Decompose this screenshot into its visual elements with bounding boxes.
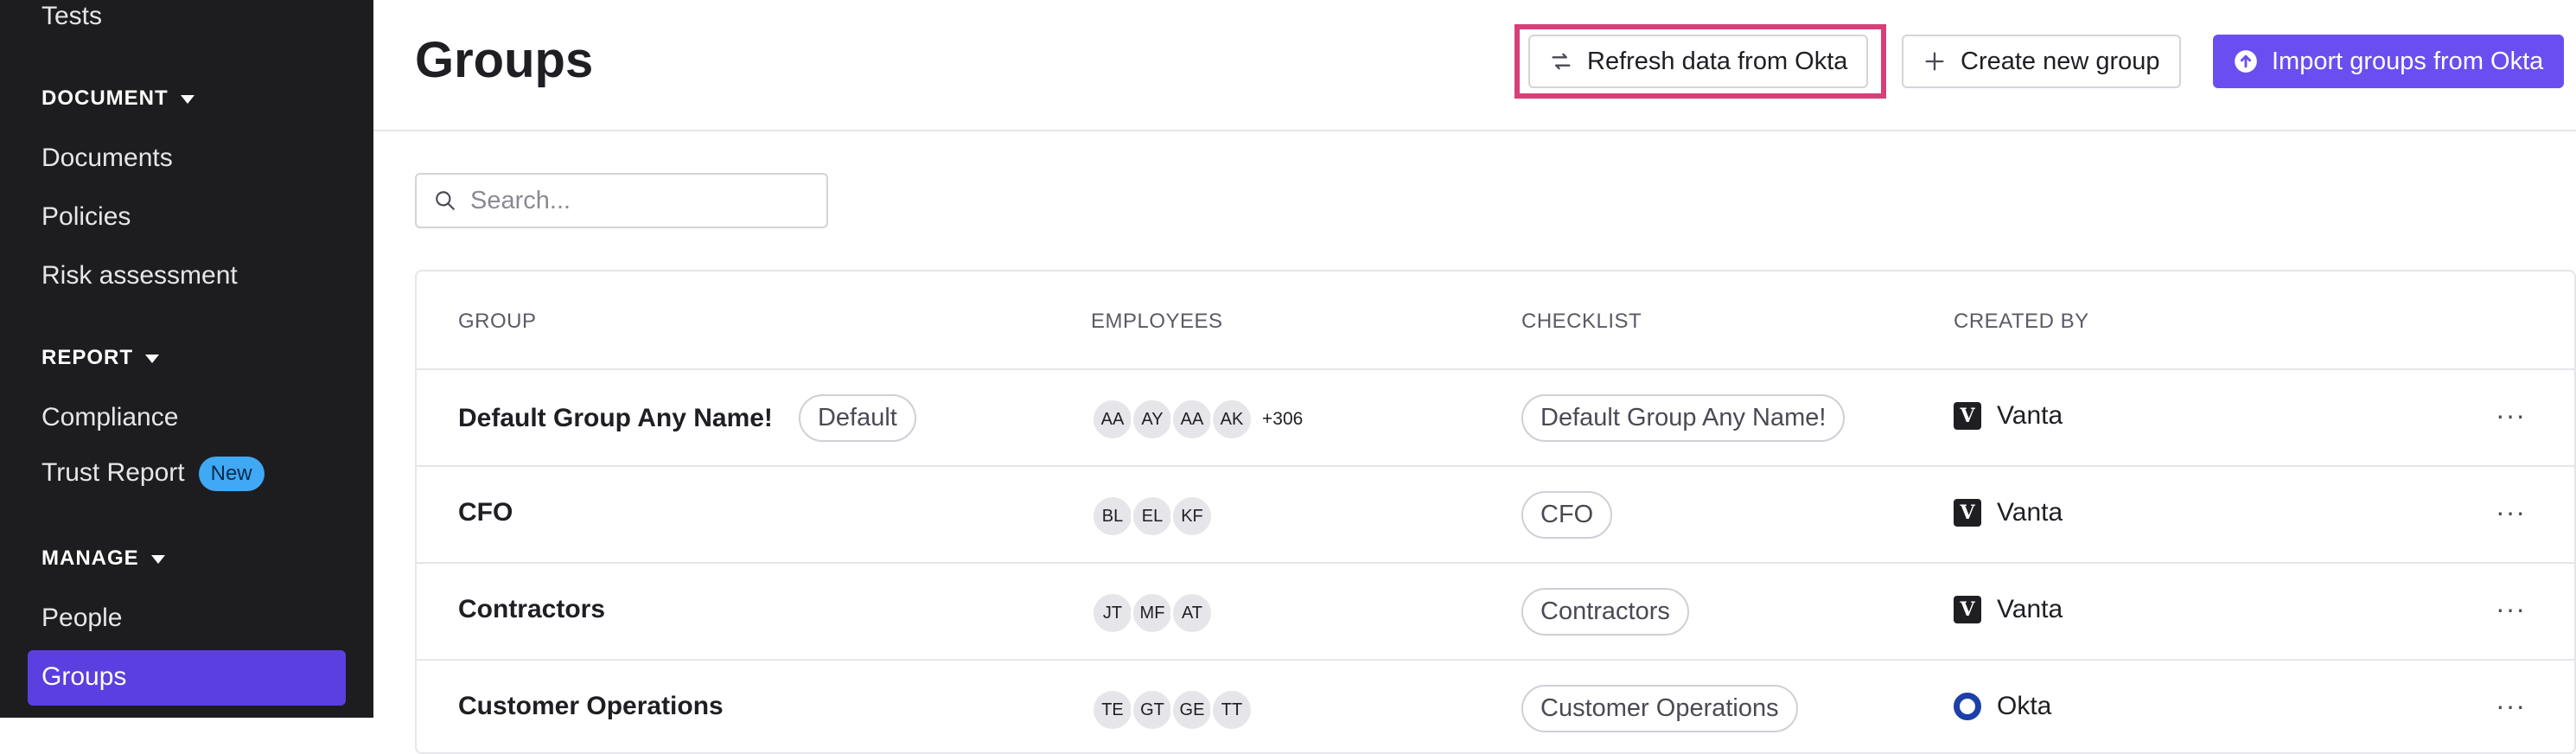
- search-icon: [436, 191, 455, 210]
- vanta-logo-icon: V: [1954, 499, 1981, 527]
- default-tag: Default: [798, 394, 916, 442]
- avatar: AY: [1131, 398, 1174, 441]
- table-row[interactable]: Contractors JT MF AT Contractors V Vanta…: [417, 564, 2574, 661]
- sidebar: Tests DOCUMENT Documents Policies Risk a…: [0, 0, 373, 718]
- avatar: GT: [1131, 688, 1174, 732]
- upload-circle-icon: [2235, 50, 2257, 73]
- group-name-cell: CFO: [458, 498, 513, 527]
- groups-table: GROUP EMPLOYEES CHECKLIST CREATED BY Def…: [415, 270, 2576, 754]
- plus-icon: [1925, 52, 1944, 71]
- sidebar-section-report[interactable]: REPORT: [41, 346, 160, 370]
- avatar: MF: [1131, 591, 1174, 635]
- sidebar-item-groups-label[interactable]: Groups: [41, 662, 126, 692]
- sidebar-item-policies[interactable]: Policies: [41, 202, 131, 232]
- created-by-cell: V Vanta: [1954, 401, 2063, 431]
- more-employees-count: +306: [1262, 409, 1304, 429]
- column-header-employees[interactable]: EMPLOYEES: [1091, 310, 1223, 334]
- checklist-pill[interactable]: CFO: [1521, 491, 1613, 539]
- table-row[interactable]: Default Group Any Name! Default AA AY AA…: [417, 370, 2574, 467]
- sidebar-item-risk-assessment[interactable]: Risk assessment: [41, 261, 238, 291]
- sidebar-item-people[interactable]: People: [41, 604, 122, 633]
- sidebar-section-manage[interactable]: MANAGE: [41, 546, 165, 571]
- page-header: Groups Refresh data from Okta Create new…: [373, 0, 2576, 131]
- vanta-logo-icon: V: [1954, 402, 1981, 430]
- vanta-logo-icon: V: [1954, 596, 1981, 623]
- new-badge: New: [198, 457, 265, 491]
- row-more-icon[interactable]: ···: [2496, 496, 2526, 528]
- sidebar-item-documents[interactable]: Documents: [41, 144, 173, 173]
- okta-logo-icon: [1954, 693, 1981, 720]
- checklist-pill[interactable]: Customer Operations: [1521, 685, 1798, 732]
- search-field[interactable]: [415, 173, 828, 228]
- column-header-checklist[interactable]: CHECKLIST: [1521, 310, 1642, 334]
- sidebar-section-document[interactable]: DOCUMENT: [41, 86, 194, 111]
- avatar: JT: [1091, 591, 1134, 635]
- avatar: TT: [1210, 688, 1253, 732]
- table-header: GROUP EMPLOYEES CHECKLIST CREATED BY: [417, 272, 2574, 370]
- row-more-icon[interactable]: ···: [2496, 399, 2526, 431]
- avatar: KF: [1170, 495, 1214, 538]
- created-by-cell: V Vanta: [1954, 498, 2063, 527]
- sidebar-item-compliance[interactable]: Compliance: [41, 403, 178, 432]
- refresh-from-okta-button[interactable]: Refresh data from Okta: [1528, 35, 1869, 88]
- caret-down-icon: [150, 555, 165, 564]
- refresh-icon: [1552, 53, 1571, 70]
- avatar: AK: [1210, 398, 1253, 441]
- row-more-icon[interactable]: ···: [2496, 593, 2526, 625]
- group-name-cell: Default Group Any Name! Default: [458, 394, 916, 442]
- group-name-cell: Contractors: [458, 595, 606, 623]
- employee-avatars[interactable]: AA AY AA AK +306: [1091, 398, 1303, 441]
- avatar: TE: [1091, 688, 1134, 732]
- table-row[interactable]: CFO BL EL KF CFO V Vanta ···: [417, 467, 2574, 564]
- created-by-cell: V Vanta: [1954, 595, 2063, 624]
- employee-avatars[interactable]: JT MF AT: [1091, 591, 1214, 635]
- column-header-created-by[interactable]: CREATED BY: [1954, 310, 2089, 334]
- sidebar-item-tests[interactable]: Tests: [41, 2, 102, 31]
- page-title: Groups: [415, 32, 594, 88]
- employee-avatars[interactable]: TE GT GE TT: [1091, 688, 1253, 732]
- create-new-group-button[interactable]: Create new group: [1902, 35, 2181, 88]
- avatar: AT: [1170, 591, 1214, 635]
- table-row[interactable]: Customer Operations TE GT GE TT Customer…: [417, 661, 2574, 752]
- avatar: GE: [1170, 688, 1214, 732]
- group-name-cell: Customer Operations: [458, 692, 724, 720]
- search-input[interactable]: [470, 186, 799, 215]
- sidebar-item-trust-report[interactable]: Trust Report New: [41, 457, 265, 491]
- caret-down-icon: [180, 95, 194, 104]
- import-groups-from-okta-button[interactable]: Import groups from Okta: [2213, 35, 2565, 88]
- employee-avatars[interactable]: BL EL KF: [1091, 495, 1214, 538]
- avatar: AA: [1170, 398, 1214, 441]
- row-more-icon[interactable]: ···: [2496, 690, 2526, 722]
- avatar: BL: [1091, 495, 1134, 538]
- column-header-group[interactable]: GROUP: [458, 310, 537, 334]
- created-by-cell: Okta: [1954, 692, 2051, 721]
- main-content: Groups Refresh data from Okta Create new…: [373, 0, 2576, 754]
- caret-down-icon: [145, 355, 160, 363]
- avatar: AA: [1091, 398, 1134, 441]
- checklist-pill[interactable]: Default Group Any Name!: [1521, 394, 1846, 442]
- checklist-pill[interactable]: Contractors: [1521, 588, 1689, 636]
- avatar: EL: [1131, 495, 1174, 538]
